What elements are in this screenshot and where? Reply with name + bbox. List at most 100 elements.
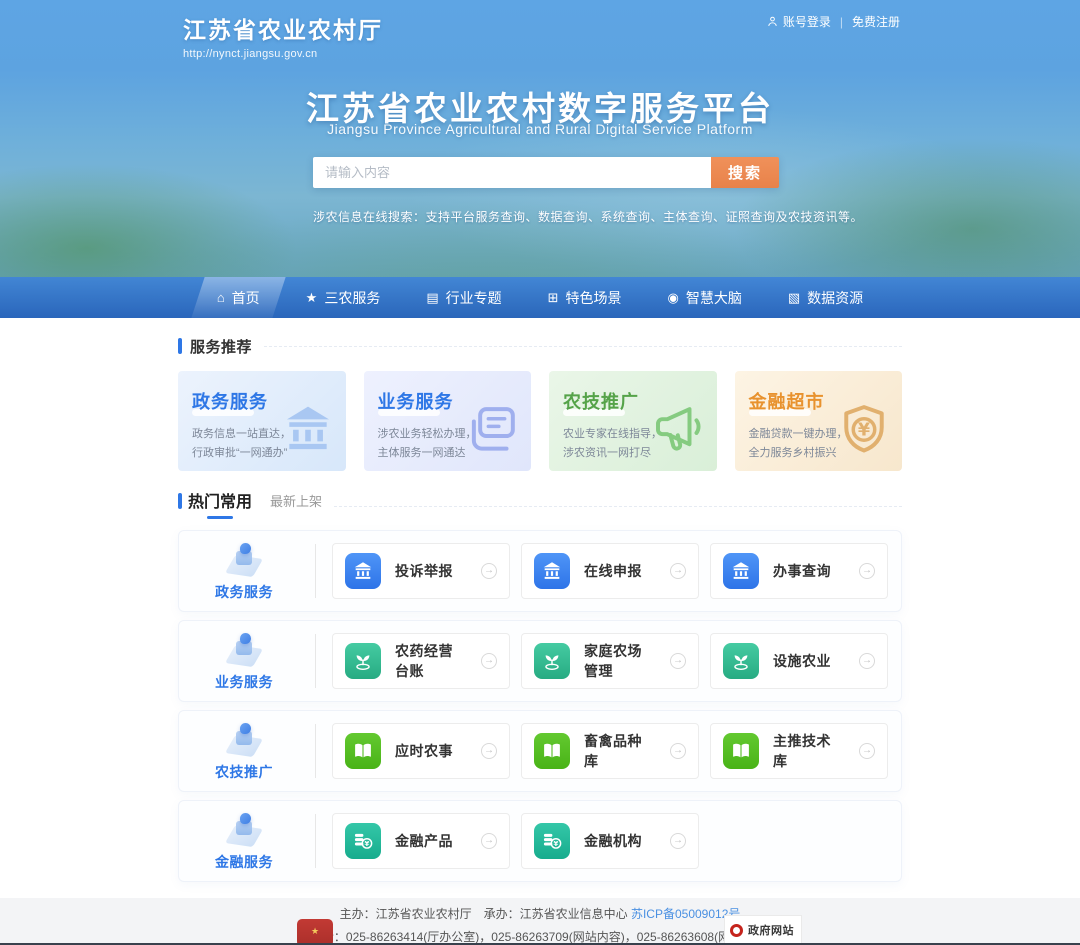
auth-divider: | xyxy=(840,15,843,29)
search-input[interactable] xyxy=(313,157,711,188)
service-buttons: 农药经营台账 → 家庭农场管理 → 设施农业 → xyxy=(332,633,888,689)
category-label: 政务服务 xyxy=(215,582,273,602)
nav-item-smart-brain[interactable]: ◉ 智慧大脑 xyxy=(645,277,765,318)
service-row-agritech: 农技推广 应时农事 → 畜禽品种库 → xyxy=(178,710,902,792)
nav-label: 行业专题 xyxy=(446,288,502,308)
tab-newly-listed[interactable]: 最新上架 xyxy=(270,491,322,519)
promo-card-government-services[interactable]: 政务服务 政务信息一站直达， 行政审批“一网通办” xyxy=(178,371,346,471)
gov-badge-label: 政府网站 xyxy=(748,922,794,938)
site-url: http://nynct.jiangsu.gov.cn xyxy=(183,48,383,60)
category-label: 金融服务 xyxy=(215,852,273,872)
auth-links: 账号登录 | 免费注册 xyxy=(766,13,900,30)
service-button-label: 金融机构 xyxy=(584,831,656,851)
active-tab-underline xyxy=(207,516,233,519)
category-3d-illustration xyxy=(218,631,270,671)
nav-item-data-resources[interactable]: ▧ 数据资源 xyxy=(765,277,886,318)
nav-label: 特色场景 xyxy=(566,288,622,308)
nav-item-home[interactable]: ⌂ 首页 xyxy=(194,277,283,318)
main-content: 服务推荐 政务服务 政务信息一站直达， 行政审批“一网通办” 业务服务 涉农业务… xyxy=(178,335,902,882)
service-button-seasonal-farming[interactable]: 应时农事 → xyxy=(332,723,510,779)
service-button-affairs-inquiry[interactable]: 办事查询 → xyxy=(710,543,888,599)
arrow-icon: → xyxy=(481,563,497,579)
category-business: 业务服务 xyxy=(189,631,299,692)
promo-card-agritech-promotion[interactable]: 农技推广 农业专家在线指导， 涉农资讯一网打尽 xyxy=(549,371,717,471)
site-title: 江苏省农业农村厅 xyxy=(183,11,383,45)
register-link[interactable]: 免费注册 xyxy=(852,13,900,30)
promo-desc-line2: 主体服务一网通达 xyxy=(378,447,466,459)
promo-desc-line1: 金融贷款一键办理， xyxy=(749,428,848,440)
service-row-business: 业务服务 农药经营台账 → 家庭农场管理 → xyxy=(178,620,902,702)
vertical-divider xyxy=(315,724,316,778)
service-button-livestock-breeds[interactable]: 畜禽品种库 → xyxy=(521,723,699,779)
service-button-pesticide-ledger[interactable]: 农药经营台账 → xyxy=(332,633,510,689)
bank-icon xyxy=(723,553,759,589)
arrow-icon: → xyxy=(481,743,497,759)
home-icon: ⌂ xyxy=(217,291,225,304)
section-divider-line xyxy=(334,506,902,507)
login-link[interactable]: 账号登录 xyxy=(766,13,831,30)
service-button-facility-agriculture[interactable]: 设施农业 → xyxy=(710,633,888,689)
service-button-financial-institutions[interactable]: 金融机构 → xyxy=(521,813,699,869)
category-3d-illustration xyxy=(218,721,270,761)
hero-banner: 江苏省农业农村厅 http://nynct.jiangsu.gov.cn 账号登… xyxy=(0,0,1080,318)
service-buttons: 投诉举报 → 在线申报 → 办事查询 → xyxy=(332,543,888,599)
category-finance: 金融服务 xyxy=(189,811,299,872)
page-footer: ★ 主办：江苏省农业农村厅 承办：江苏省农业信息中心 苏ICP备05009012… xyxy=(0,898,1080,945)
promo-title: 农技推广 xyxy=(563,388,703,414)
promo-card-financial-supermarket[interactable]: 金融超市 金融贷款一键办理， 全力服务乡村振兴 xyxy=(735,371,903,471)
service-button-label: 金融产品 xyxy=(395,831,467,851)
vertical-divider xyxy=(315,814,316,868)
nav-item-sannong-services[interactable]: ★ 三农服务 xyxy=(283,277,404,318)
open-book-icon xyxy=(345,733,381,769)
coins-icon xyxy=(345,823,381,859)
arrow-icon: → xyxy=(859,563,875,579)
promo-title: 政务服务 xyxy=(192,388,332,414)
login-label: 账号登录 xyxy=(783,13,831,30)
promo-card-business-services[interactable]: 业务服务 涉农业务轻松办理， 主体服务一网通达 xyxy=(364,371,532,471)
nav-label: 三农服务 xyxy=(324,288,380,308)
category-label: 农技推广 xyxy=(215,762,273,782)
search-button[interactable]: 搜索 xyxy=(711,157,779,188)
service-row-finance: 金融服务 金融产品 → 金融机构 → xyxy=(178,800,902,882)
recommend-section-header: 服务推荐 xyxy=(178,335,902,357)
category-3d-illustration xyxy=(218,541,270,581)
arrow-icon: → xyxy=(670,653,686,669)
service-button-online-declaration[interactable]: 在线申报 → xyxy=(521,543,699,599)
open-book-icon xyxy=(723,733,759,769)
service-button-label: 应时农事 xyxy=(395,741,467,761)
promo-desc-line2: 全力服务乡村振兴 xyxy=(749,447,837,459)
grid-icon: ⊞ xyxy=(548,291,559,304)
service-button-label: 农药经营台账 xyxy=(395,641,467,681)
search-hint: 涉农信息在线搜索：支持平台服务查询、数据查询、系统查询、主体查询、证照查询及农技… xyxy=(313,208,863,225)
section-accent-bar xyxy=(178,493,182,509)
gov-website-badge[interactable]: 政府网站 xyxy=(724,915,802,945)
service-button-complaint-report[interactable]: 投诉举报 → xyxy=(332,543,510,599)
promo-title: 业务服务 xyxy=(378,388,518,414)
nav-item-industry-topics[interactable]: ▤ 行业专题 xyxy=(403,277,524,318)
site-logo[interactable]: 江苏省农业农村厅 http://nynct.jiangsu.gov.cn xyxy=(183,11,383,60)
recommend-title: 服务推荐 xyxy=(190,336,252,357)
promo-title: 金融超市 xyxy=(749,388,889,414)
nav-label: 数据资源 xyxy=(807,288,863,308)
bank-icon xyxy=(345,553,381,589)
section-accent-bar xyxy=(178,338,182,354)
nav-item-featured-scenes[interactable]: ⊞ 特色场景 xyxy=(525,277,645,318)
arrow-icon: → xyxy=(859,743,875,759)
promo-desc-line1: 农业专家在线指导， xyxy=(563,428,662,440)
service-button-financial-products[interactable]: 金融产品 → xyxy=(332,813,510,869)
service-row-government: 政务服务 投诉举报 → 在线申报 → xyxy=(178,530,902,612)
book-icon: ▤ xyxy=(426,291,438,304)
service-button-family-farm[interactable]: 家庭农场管理 → xyxy=(521,633,699,689)
service-rows: 政务服务 投诉举报 → 在线申报 → xyxy=(178,530,902,882)
category-label: 业务服务 xyxy=(215,672,273,692)
sprout-icon xyxy=(345,643,381,679)
red-emblem: ★ xyxy=(297,919,333,945)
star-icon: ★ xyxy=(306,291,318,304)
service-buttons: 金融产品 → 金融机构 → xyxy=(332,813,699,869)
platform-subtitle: Jiangsu Province Agricultural and Rural … xyxy=(0,121,1080,137)
service-button-label: 家庭农场管理 xyxy=(584,641,656,681)
category-3d-illustration xyxy=(218,811,270,851)
service-button-main-tech-library[interactable]: 主推技术库 → xyxy=(710,723,888,779)
tab-hot-common[interactable]: 热门常用 xyxy=(188,488,252,519)
service-button-label: 在线申报 xyxy=(584,561,656,581)
